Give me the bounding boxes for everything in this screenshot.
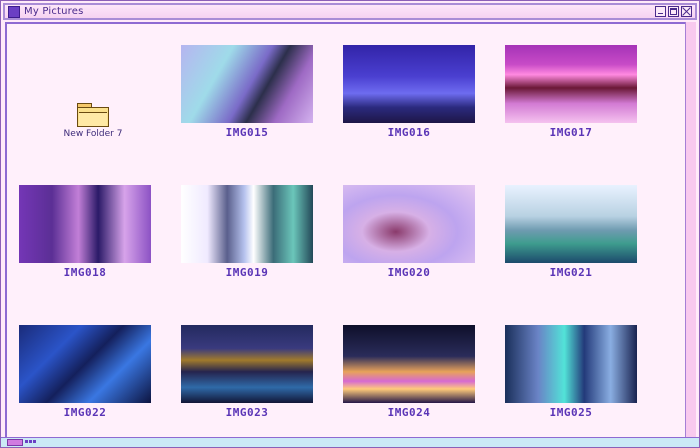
- image-tile[interactable]: IMG020: [343, 185, 475, 279]
- image-thumbnail: [505, 325, 637, 403]
- image-thumbnail: [19, 185, 151, 263]
- image-thumbnail: [19, 325, 151, 403]
- window-icon: [8, 5, 20, 18]
- image-tile[interactable]: IMG021: [505, 185, 637, 279]
- image-label: IMG025: [549, 406, 593, 419]
- file-browser-pane: New Folder 7 IMG015 IMG016 IMG017 IMG018…: [5, 22, 685, 438]
- close-icon[interactable]: [681, 6, 692, 17]
- status-bar: [1, 437, 699, 447]
- image-thumbnail: [505, 45, 637, 123]
- title-bar[interactable]: My Pictures: [3, 3, 697, 20]
- image-thumbnail: [343, 185, 475, 263]
- resize-handle[interactable]: [7, 439, 23, 446]
- image-tile[interactable]: IMG018: [19, 185, 151, 279]
- image-thumbnail: [343, 325, 475, 403]
- image-tile[interactable]: IMG017: [505, 45, 637, 139]
- my-pictures-window: My Pictures New Folder 7 IMG015 IMG016 I…: [0, 0, 700, 448]
- minimize-icon[interactable]: [655, 6, 666, 17]
- image-thumbnail: [181, 185, 313, 263]
- image-tile[interactable]: IMG016: [343, 45, 475, 139]
- folder-icon: [77, 103, 109, 127]
- image-tile[interactable]: IMG015: [181, 45, 313, 139]
- folder-item[interactable]: New Folder 7: [63, 103, 123, 139]
- image-label: IMG020: [387, 266, 431, 279]
- image-label: IMG018: [63, 266, 107, 279]
- image-label: IMG015: [225, 126, 269, 139]
- window-title: My Pictures: [24, 6, 84, 17]
- image-tile[interactable]: IMG019: [181, 185, 313, 279]
- image-thumbnail: [181, 45, 313, 123]
- image-thumbnail: [343, 45, 475, 123]
- image-tile[interactable]: IMG024: [343, 325, 475, 419]
- image-thumbnail: [181, 325, 313, 403]
- image-label: IMG021: [549, 266, 593, 279]
- image-label: IMG023: [225, 406, 269, 419]
- folder-label: New Folder 7: [63, 129, 123, 139]
- image-label: IMG022: [63, 406, 107, 419]
- window-controls: [655, 6, 692, 17]
- image-label: IMG017: [549, 126, 593, 139]
- vertical-scrollbar[interactable]: [685, 22, 696, 438]
- image-tile[interactable]: IMG022: [19, 325, 151, 419]
- image-tile[interactable]: IMG025: [505, 325, 637, 419]
- image-thumbnail: [505, 185, 637, 263]
- image-label: IMG019: [225, 266, 269, 279]
- image-label: IMG016: [387, 126, 431, 139]
- image-label: IMG024: [387, 406, 431, 419]
- status-dots-icon: [25, 440, 36, 443]
- maximize-icon[interactable]: [668, 6, 679, 17]
- image-tile[interactable]: IMG023: [181, 325, 313, 419]
